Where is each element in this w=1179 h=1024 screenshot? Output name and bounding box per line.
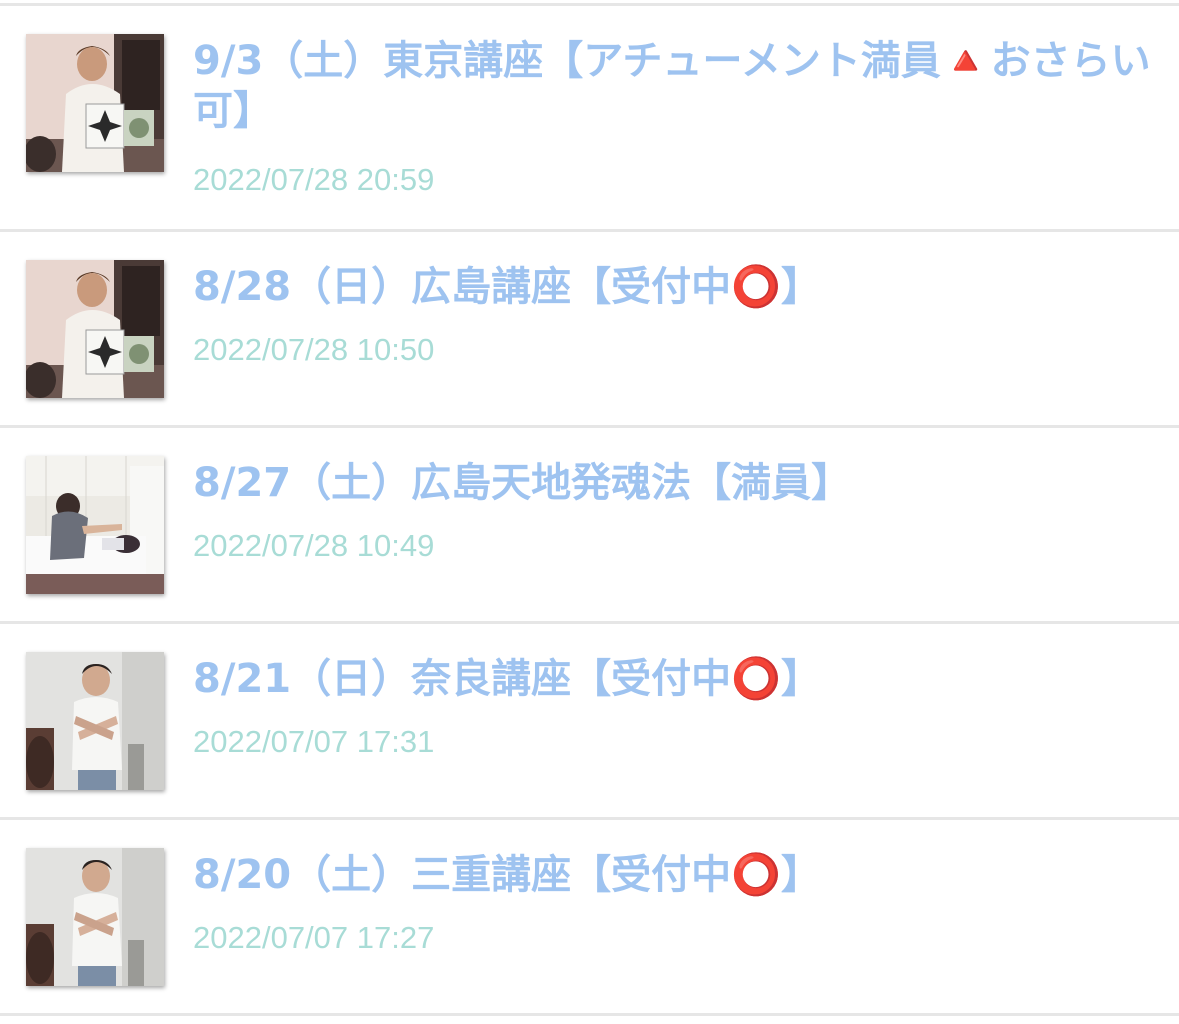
entry-date: 2022/07/28 10:49	[193, 528, 435, 563]
entry-thumbnail[interactable]	[26, 260, 164, 398]
entry-title[interactable]: 8/28（日）広島講座【受付中⭕️】	[193, 262, 1153, 312]
thumbnail-hotel-bed-session	[26, 456, 164, 594]
entry-thumbnail[interactable]	[26, 456, 164, 594]
blog-entry-3[interactable]: 8/27（土）広島天地発魂法【満員】 2022/07/28 10:49	[0, 428, 1179, 624]
blog-entry-4[interactable]: 8/21（日）奈良講座【受付中⭕️】 2022/07/07 17:31	[0, 624, 1179, 820]
entry-date: 2022/07/28 10:50	[193, 332, 435, 367]
entry-thumbnail[interactable]	[26, 848, 164, 986]
thumbnail-man-white-tshirt	[26, 848, 164, 986]
blog-entry-2[interactable]: 8/28（日）広島講座【受付中⭕️】 2022/07/28 10:50	[0, 232, 1179, 428]
entry-title[interactable]: 9/3（土）東京講座【アチューメント満員🔺おさらい可】	[193, 36, 1153, 136]
entry-title[interactable]: 8/21（日）奈良講座【受付中⭕️】	[193, 654, 1153, 704]
entry-thumbnail[interactable]	[26, 34, 164, 172]
blog-entry-5[interactable]: 8/20（土）三重講座【受付中⭕️】 2022/07/07 17:27	[0, 820, 1179, 1016]
entry-date: 2022/07/07 17:31	[193, 724, 435, 759]
entry-title[interactable]: 8/27（土）広島天地発魂法【満員】	[193, 458, 1153, 508]
blog-entry-list: 9/3（土）東京講座【アチューメント満員🔺おさらい可】 2022/07/28 2…	[0, 0, 1179, 1024]
entry-title[interactable]: 8/20（土）三重講座【受付中⭕️】	[193, 850, 1153, 900]
thumbnail-man-white-jacket	[26, 260, 164, 398]
blog-entry-1[interactable]: 9/3（土）東京講座【アチューメント満員🔺おさらい可】 2022/07/28 2…	[0, 6, 1179, 232]
thumbnail-man-white-jacket	[26, 34, 164, 172]
entry-date: 2022/07/28 20:59	[193, 162, 435, 197]
thumbnail-man-white-tshirt	[26, 652, 164, 790]
entry-thumbnail[interactable]	[26, 652, 164, 790]
entry-date: 2022/07/07 17:27	[193, 920, 435, 955]
